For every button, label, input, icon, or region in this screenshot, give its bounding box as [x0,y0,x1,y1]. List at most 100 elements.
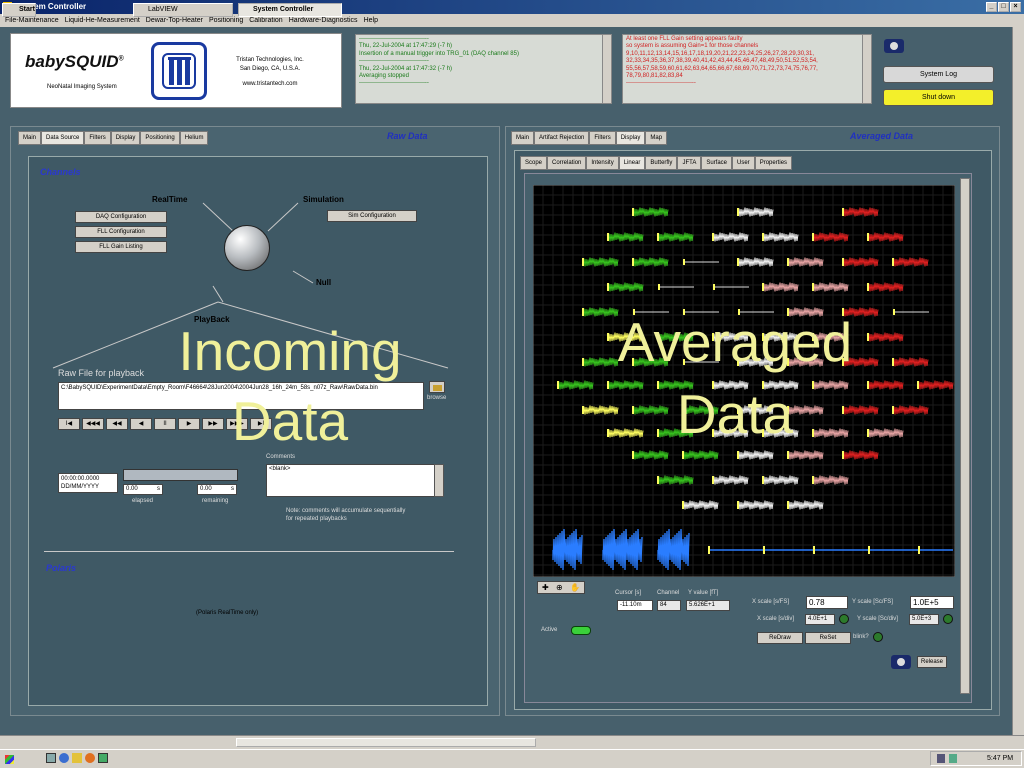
event-log-left-scrollbar[interactable] [602,34,612,104]
ie-icon[interactable] [59,753,69,763]
shut-down-button[interactable]: Shut down [883,89,994,106]
averaged-data-tabs: Main Artifact Rejection Filters Display Map [511,131,668,145]
yvalue-label: Y value [fT] [688,590,719,596]
zoom-icon[interactable]: ⊕ [556,583,563,592]
event-log-right-scrollbar[interactable] [862,34,872,104]
camera-icon[interactable] [884,39,904,53]
tab-artifact-rejection[interactable]: Artifact Rejection [534,131,590,145]
pan-icon[interactable]: ✋ [570,583,580,592]
active-label: Active [541,627,558,633]
fll-configuration-button[interactable]: FLL Configuration [75,226,167,238]
incoming-data-overlay: Incoming Data [178,320,402,452]
simulation-label: Simulation [303,195,344,204]
yscale-fs-field[interactable]: 1.0E+5 [910,596,954,609]
tab-positioning[interactable]: Positioning [140,131,180,145]
subtab-properties[interactable]: Properties [754,156,793,170]
snapshot-camera-icon[interactable] [891,655,911,669]
subtab-surface[interactable]: Surface [701,156,733,170]
horizontal-scrollbar[interactable] [0,735,1024,748]
outlook-icon[interactable] [72,753,82,763]
yvalue-field[interactable]: 5.626E+1 [686,600,730,611]
blink-led[interactable] [873,632,883,642]
first-button[interactable]: I◀ [58,418,80,430]
subtab-intensity[interactable]: Intensity [586,156,619,170]
menu-item-calibration[interactable]: Calibration [249,17,282,24]
tab-display[interactable]: Display [615,131,646,145]
playback-time-field[interactable]: 00:00:00.0000 DD/MM/YYYY [58,473,118,493]
crosshair-icon[interactable]: ✚ [542,583,549,592]
fll-gain-listing-button[interactable]: FLL Gain Listing [75,241,167,253]
graph-palette[interactable]: ✚ ⊕ ✋ [537,581,585,594]
menu-item-hardware-diagnostics[interactable]: Hardware-Diagnostics [289,17,358,24]
show-desktop-icon[interactable] [46,753,56,763]
active-toggle[interactable] [571,626,591,635]
minimize-button[interactable]: _ [986,2,997,12]
redraw-button[interactable]: ReDraw [757,632,803,644]
menu-item-help[interactable]: Help [364,17,378,24]
comments-scrollbar[interactable] [434,464,444,497]
subtab-scope[interactable]: Scope [520,156,548,170]
product-subtitle: NeoNatal Imaging System [47,84,117,90]
tab-data-source[interactable]: Data Source [41,131,85,145]
xscale-div-field[interactable]: 4.0E+1 [805,614,835,625]
tab-display[interactable]: Display [110,131,141,145]
menu-item-liquid-he-measurement[interactable]: Liquid-He-Measurement [65,17,140,24]
subtab-user[interactable]: User [732,156,755,170]
system-controller-task[interactable]: System Controller [238,3,342,17]
xscale-fs-field[interactable]: 0.78 [806,596,848,609]
subtab-linear[interactable]: Linear [618,156,646,170]
event-log-right: At least one FLL Gain setting appears fa… [622,34,864,104]
playback-progress-bar [123,469,238,481]
channel-field[interactable]: 84 [657,600,681,611]
speaker-icon[interactable] [937,754,945,763]
reset-button[interactable]: ReSet [805,632,851,644]
close-button[interactable]: × [1010,2,1021,12]
yscale-div-field[interactable]: 5.0E+3 [909,614,939,625]
quick-launch [46,753,126,765]
tab-filters[interactable]: Filters [589,131,616,145]
labview-task[interactable]: LabVIEW [133,3,233,17]
fast-rewind-button[interactable]: ◀◀◀ [82,418,104,430]
tab-filters[interactable]: Filters [84,131,111,145]
polaris-note: (Polaris RealTime only) [196,610,259,616]
subtab-correlation[interactable]: Correlation [547,156,587,170]
tab-main[interactable]: Main [18,131,42,145]
raw-data-tabs: Main Data Source Filters Display Positioning… [18,131,209,145]
system-tray: 5:47 PM [930,751,1022,766]
tristan-logo [151,42,207,100]
comments-note: Note: comments will accumulate sequentia… [286,508,406,522]
display-subtabs: Scope Correlation Intensity Linear Butterfly… [520,156,793,170]
linear-page-scrollbar[interactable] [960,178,970,694]
app-launch-icon[interactable] [98,753,108,763]
company-info: Tristan Technologies, Inc. San Diego, CA… [236,57,304,87]
tab-map[interactable]: Map [645,131,668,145]
network-icon[interactable] [949,754,957,763]
channel-selector-knob[interactable] [224,225,270,271]
subtab-jfta[interactable]: JFTA [677,156,702,170]
menu-item-dewar-top-heater[interactable]: Dewar-Top-Heater [146,17,203,24]
remaining-field[interactable]: 0.00 s [197,484,237,495]
elapsed-label: elapsed [132,498,154,504]
logo-panel: babySQUID® NeoNatal Imaging System Trist… [10,33,342,108]
tab-main[interactable]: Main [511,131,535,145]
windows-logo-icon [5,755,14,764]
tab-helium[interactable]: Helium [179,131,209,145]
menu-item-positioning[interactable]: Positioning [209,17,243,24]
media-icon[interactable] [85,753,95,763]
menu-item-file-maintenance[interactable]: File-Maintenance [5,17,59,24]
yscale-led[interactable] [943,614,953,624]
comments-field[interactable]: <blank> [266,464,436,497]
start-button[interactable]: Start [2,3,36,17]
cursor-field[interactable]: -11.10m [617,600,653,611]
blink-label: blink? [853,634,869,640]
daq-configuration-button[interactable]: DAQ Configuration [75,211,167,223]
vertical-scrollbar[interactable] [1012,27,1024,735]
maximize-button[interactable]: □ [998,2,1009,12]
yscale-fs-label: Y scale [Sc/FS] [852,599,893,605]
xscale-led[interactable] [839,614,849,624]
release-button[interactable]: Release [917,656,947,668]
elapsed-field[interactable]: 0.00 s [123,484,163,495]
sim-configuration-button[interactable]: Sim Configuration [327,210,417,222]
subtab-butterfly[interactable]: Butterfly [645,156,678,170]
system-log-button[interactable]: System Log [883,66,994,83]
